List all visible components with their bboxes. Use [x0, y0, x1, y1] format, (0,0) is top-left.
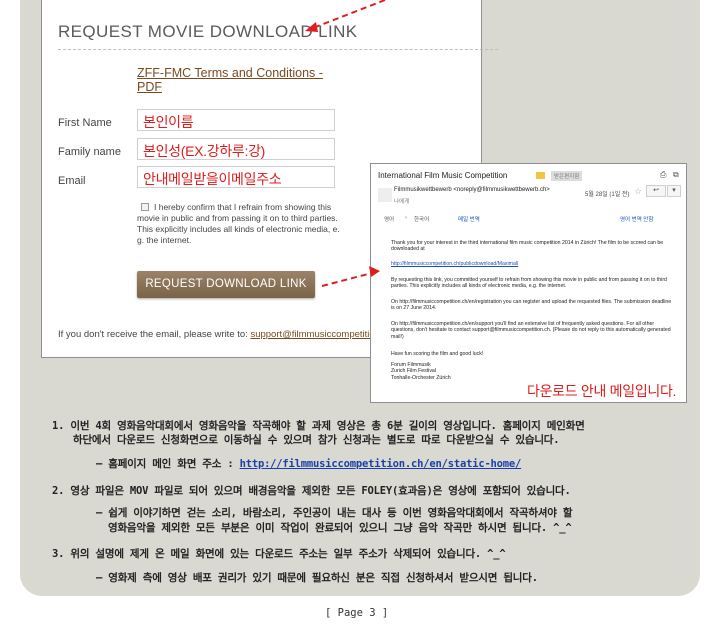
homepage-label: – 홈페이지 메인 화면 주소 :: [96, 458, 240, 470]
instruction-1-sub: – 홈페이지 메인 화면 주소 : http://filmmusiccompet…: [96, 456, 521, 471]
instruction-2-sub-2: 영화음악을 제외한 모든 부분은 이미 작업이 완료되어 있으니 그냥 음악 작…: [108, 522, 572, 534]
arrowhead-icon: [305, 22, 318, 32]
annotation-arrows: [305, 0, 386, 287]
page-number: [ Page 3 ]: [325, 607, 389, 619]
instruction-1-line-2: 하단에서 다운로드 신청화면으로 이동하실 수 있으며 참가 신청과는 별도로 …: [73, 434, 560, 446]
arrow-to-title: [312, 0, 386, 29]
instruction-1-line-1: 1. 이번 4회 영화음악대회에서 영화음악을 작곡해야 할 과제 영상은 총 …: [52, 420, 585, 432]
instruction-3-sub-1: – 영화제 측에 영상 배포 권리가 있기 때문에 필요하신 분은 직접 신청하…: [96, 572, 538, 584]
instruction-2-line-1: 2. 영상 파일은 MOV 파일로 되어 있으며 배경음악을 제외한 모든 FO…: [52, 485, 571, 497]
arrow-to-email: [321, 272, 373, 287]
instruction-3-line-1: 3. 위의 설명에 제게 온 메일 화면에 있는 다운로드 주소는 일부 주소가…: [52, 548, 506, 560]
instruction-2-sub-1: – 쉽게 이야기하면 걷는 소리, 바람소리, 주인공이 내는 대사 등 이번 …: [96, 507, 573, 519]
homepage-url-link[interactable]: http://filmmusiccompetition.ch/en/static…: [240, 458, 522, 470]
arrowhead-icon: [369, 266, 380, 277]
